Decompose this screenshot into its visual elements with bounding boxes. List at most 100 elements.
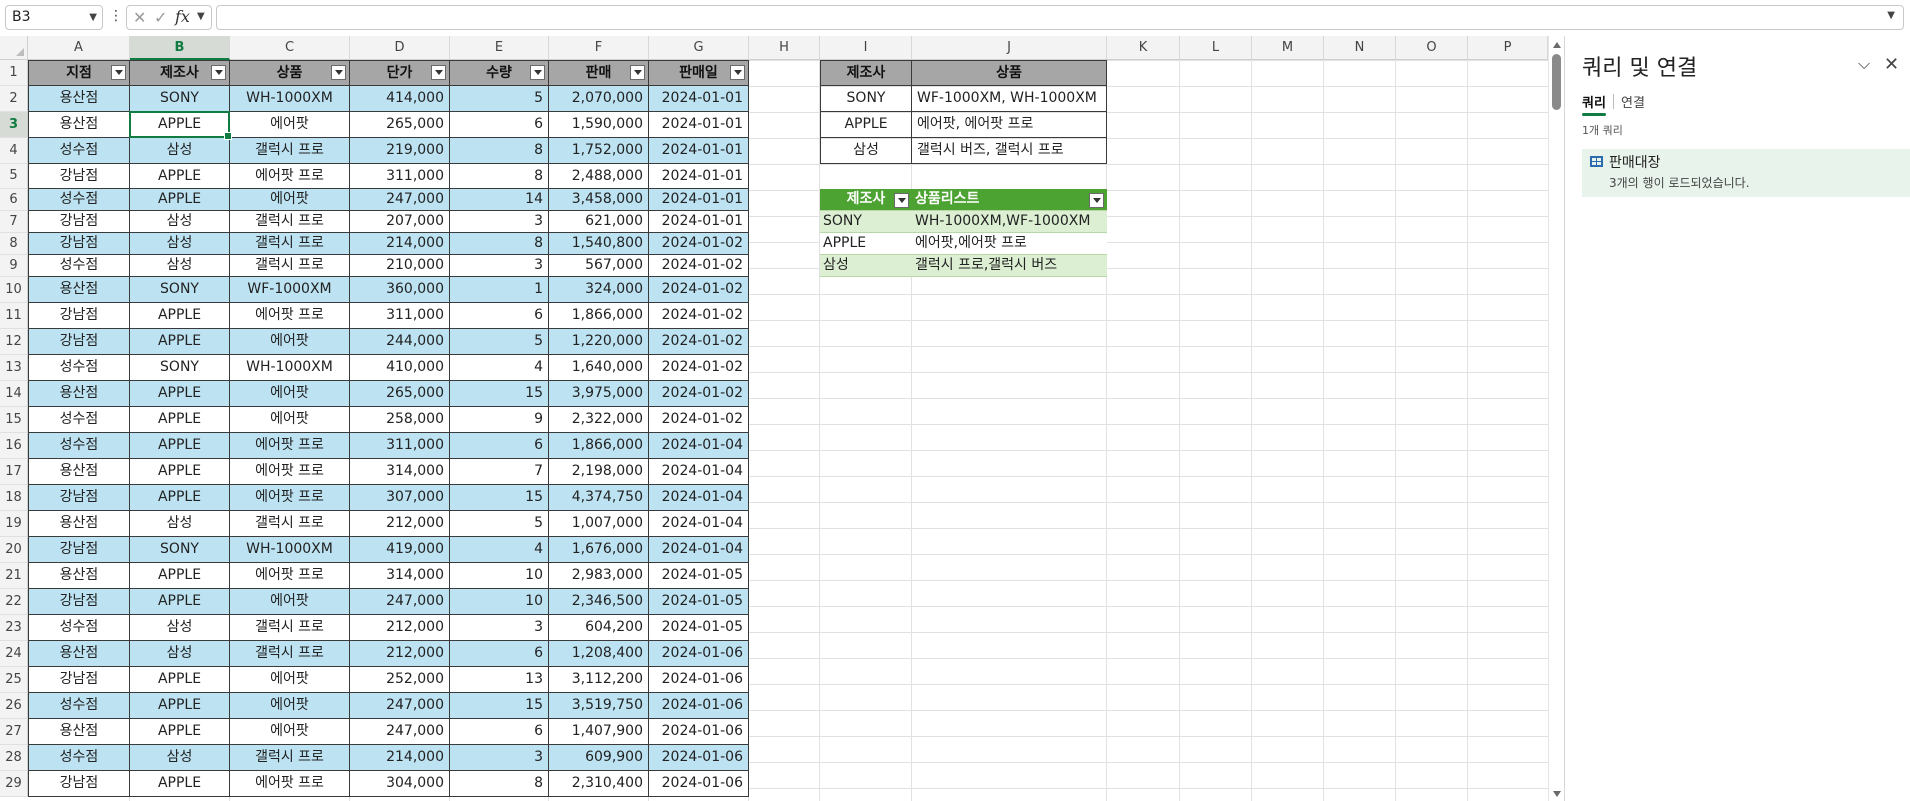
sales-cell[interactable]: 에어팟 (230, 189, 350, 211)
sales-cell[interactable]: 2024-01-04 (649, 485, 749, 511)
sales-cell[interactable]: 용산점 (28, 381, 130, 407)
summary-header-cell[interactable]: 제조사 (820, 60, 912, 86)
row-header[interactable]: 15 (0, 407, 28, 433)
sales-cell[interactable]: 2024-01-06 (649, 771, 749, 797)
sales-cell[interactable]: WH-1000XM (230, 86, 350, 112)
sales-cell[interactable]: 6 (450, 433, 549, 459)
row-header[interactable]: 22 (0, 589, 28, 615)
sales-cell[interactable]: 2,322,000 (549, 407, 649, 433)
sales-cell[interactable]: 갤럭시 프로 (230, 641, 350, 667)
sales-cell[interactable]: 2,488,000 (549, 164, 649, 189)
filter-dropdown-icon[interactable] (1089, 193, 1104, 208)
sales-cell[interactable]: 1,007,000 (549, 511, 649, 537)
sales-cell[interactable]: 삼성 (130, 138, 230, 164)
sales-cell[interactable]: 삼성 (130, 211, 230, 233)
sales-cell[interactable]: APPLE (130, 459, 230, 485)
sales-cell[interactable]: 8 (450, 138, 549, 164)
sales-cell[interactable]: 2,983,000 (549, 563, 649, 589)
sales-cell[interactable]: APPLE (130, 719, 230, 745)
filter-dropdown-icon[interactable] (530, 65, 545, 80)
sales-cell[interactable]: 에어팟 프로 (230, 164, 350, 189)
query-table-cell[interactable]: 갤럭시 프로,갤럭시 버즈 (912, 255, 1107, 277)
row-header[interactable]: 20 (0, 537, 28, 563)
collapse-pane-icon[interactable]: ⌵ (1858, 54, 1870, 74)
sales-cell[interactable]: 에어팟 프로 (230, 433, 350, 459)
sales-cell[interactable]: 4,374,750 (549, 485, 649, 511)
sales-cell[interactable]: 성수점 (28, 615, 130, 641)
query-table-cell[interactable]: 에어팟,에어팟 프로 (912, 233, 1107, 255)
sales-cell[interactable]: 2,198,000 (549, 459, 649, 485)
sales-cell[interactable]: 갤럭시 프로 (230, 511, 350, 537)
scroll-thumb[interactable] (1552, 54, 1561, 110)
sales-cell[interactable]: 에어팟 프로 (230, 771, 350, 797)
sales-cell[interactable]: 갤럭시 프로 (230, 211, 350, 233)
row-header[interactable]: 16 (0, 433, 28, 459)
sales-cell[interactable]: APPLE (130, 667, 230, 693)
sales-cell[interactable]: 2,310,400 (549, 771, 649, 797)
row-header[interactable]: 6 (0, 189, 28, 211)
scroll-down-icon[interactable] (1553, 791, 1561, 797)
chevron-down-icon[interactable]: ▼ (89, 6, 97, 29)
row-header[interactable]: 17 (0, 459, 28, 485)
sales-cell[interactable]: 1,208,400 (549, 641, 649, 667)
sales-cell[interactable]: 2024-01-04 (649, 459, 749, 485)
sales-cell[interactable]: 311,000 (350, 433, 450, 459)
sales-cell[interactable]: 414,000 (350, 86, 450, 112)
row-header[interactable]: 3 (0, 112, 28, 138)
column-header-g[interactable]: G (649, 36, 749, 60)
sales-cell[interactable]: 2024-01-05 (649, 615, 749, 641)
query-item[interactable]: 판매대장 3개의 행이 로드되었습니다. (1582, 149, 1910, 197)
sales-cell[interactable]: 5 (450, 329, 549, 355)
summary-cell[interactable]: 삼성 (820, 138, 912, 164)
sales-cell[interactable]: 강남점 (28, 537, 130, 563)
sales-cell[interactable]: 9 (450, 407, 549, 433)
sales-cell[interactable]: 1,866,000 (549, 433, 649, 459)
sales-header-cell[interactable]: 판매일 (649, 60, 749, 86)
sales-cell[interactable]: 에어팟 (230, 329, 350, 355)
sales-cell[interactable]: APPLE (130, 433, 230, 459)
sales-cell[interactable]: 324,000 (549, 277, 649, 303)
sales-cell[interactable]: 15 (450, 485, 549, 511)
column-header-n[interactable]: N (1324, 36, 1396, 60)
row-header[interactable]: 5 (0, 164, 28, 189)
enter-icon[interactable]: ✓ (154, 8, 167, 27)
chevron-down-icon[interactable]: ▼ (197, 11, 205, 22)
sales-cell[interactable]: 2024-01-01 (649, 112, 749, 138)
sales-cell[interactable]: 용산점 (28, 112, 130, 138)
sales-cell[interactable]: 용산점 (28, 641, 130, 667)
sales-cell[interactable]: 성수점 (28, 693, 130, 719)
sales-cell[interactable]: 15 (450, 381, 549, 407)
sales-cell[interactable]: 2024-01-06 (649, 667, 749, 693)
sales-cell[interactable]: APPLE (130, 329, 230, 355)
sales-cell[interactable]: 강남점 (28, 589, 130, 615)
sales-cell[interactable]: 용산점 (28, 719, 130, 745)
sales-cell[interactable]: 삼성 (130, 233, 230, 255)
column-header-k[interactable]: K (1107, 36, 1180, 60)
sales-cell[interactable]: 2024-01-01 (649, 189, 749, 211)
row-header[interactable]: 19 (0, 511, 28, 537)
sales-cell[interactable]: 2024-01-02 (649, 407, 749, 433)
sales-cell[interactable]: APPLE (130, 303, 230, 329)
filter-dropdown-icon[interactable] (111, 65, 126, 80)
sales-cell[interactable]: 10 (450, 589, 549, 615)
sales-cell[interactable]: APPLE (130, 563, 230, 589)
tab-connections[interactable]: 연결 (1621, 92, 1645, 111)
sales-cell[interactable]: 1,540,800 (549, 233, 649, 255)
column-header-b[interactable]: B (130, 36, 230, 60)
sales-cell[interactable]: 에어팟 (230, 719, 350, 745)
row-header[interactable]: 11 (0, 303, 28, 329)
tab-queries[interactable]: 쿼리 (1582, 92, 1606, 111)
filter-dropdown-icon[interactable] (331, 65, 346, 80)
query-table-header-cell[interactable]: 제조사 (820, 189, 912, 211)
sales-cell[interactable]: 용산점 (28, 511, 130, 537)
sales-cell[interactable]: 삼성 (130, 511, 230, 537)
query-table-header-cell[interactable]: 상품리스트 (912, 189, 1107, 211)
sales-header-cell[interactable]: 판매 (549, 60, 649, 86)
sales-cell[interactable]: 2024-01-02 (649, 255, 749, 277)
sales-header-cell[interactable]: 지점 (28, 60, 130, 86)
row-header[interactable]: 26 (0, 693, 28, 719)
row-header[interactable]: 1 (0, 60, 28, 86)
sales-cell[interactable]: SONY (130, 355, 230, 381)
sales-cell[interactable]: 에어팟 프로 (230, 459, 350, 485)
sales-cell[interactable]: 2024-01-04 (649, 511, 749, 537)
